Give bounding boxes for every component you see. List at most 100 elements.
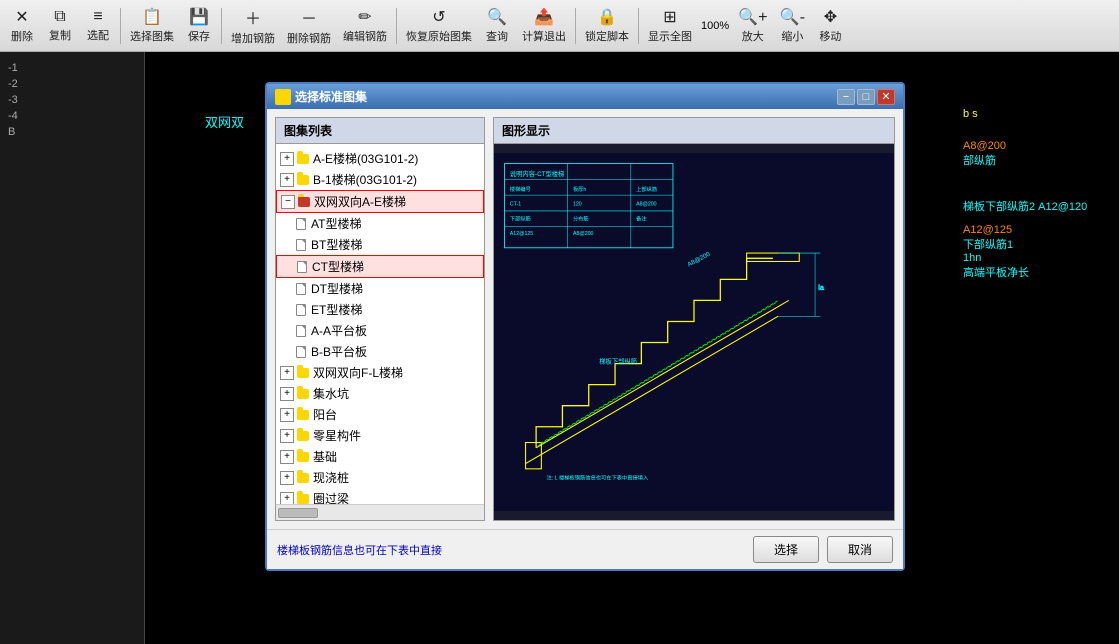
tree-expand-gt1[interactable]: +	[280, 429, 294, 443]
left-panel: -1 -2 -3 -4 B	[0, 52, 145, 644]
dialog-minimize-btn[interactable]: −	[837, 89, 855, 105]
tree-item-ct1b[interactable]: BT型楼梯	[276, 234, 484, 255]
tree-label-ct1: 双网双向A-E楼梯	[314, 193, 406, 210]
svg-text:板厚h: 板厚h	[573, 185, 586, 193]
toolbar-move-label: 移动	[819, 28, 841, 44]
tree-item-ct1f[interactable]: A-A平台板	[276, 320, 484, 341]
tree-expand-ht1[interactable]: +	[280, 450, 294, 464]
tree-item-ct1c[interactable]: CT型楼梯	[276, 255, 484, 278]
tree-expand-it1[interactable]: +	[280, 471, 294, 485]
tree-item-at1[interactable]: + A-E楼梯(03G101-2)	[276, 148, 484, 169]
doc-icon-ct1a	[294, 217, 308, 231]
left-panel-item-2: -2	[4, 76, 140, 92]
tree-scroll-thumb[interactable]	[278, 508, 318, 518]
svg-text:CT-1: CT-1	[510, 202, 521, 208]
tree-label-dt1: 双网双向F-L楼梯	[313, 364, 403, 381]
tree-expand-ct1[interactable]: −	[281, 195, 295, 209]
toolbar-add-rebar-btn[interactable]: ＋ 增加钢筋	[226, 2, 280, 49]
edit-rebar-icon: ✏	[358, 7, 371, 27]
tree-expand-jt1[interactable]: +	[280, 492, 294, 505]
footer-note: 楼梯板钢筋信息也可在下表中直接	[277, 542, 442, 558]
doc-icon-ct1f	[294, 324, 308, 338]
dialog-close-btn[interactable]: ✕	[877, 89, 895, 105]
canvas-annotation-7: 1hn	[963, 252, 1115, 264]
toolbar-lock-btn[interactable]: 🔒 锁定脚本	[580, 4, 634, 47]
toolbar-show-all-btn[interactable]: ⊞ 显示全图	[643, 4, 697, 47]
tree-label-ct1b: BT型楼梯	[311, 236, 362, 253]
dialog-cancel-btn[interactable]: 取消	[827, 536, 893, 563]
svg-text:梯板下部纵筋: 梯板下部纵筋	[599, 357, 637, 366]
svg-text:A12@125: A12@125	[510, 231, 534, 237]
tree-panel: 图集列表 + A-E楼梯(03G101-2) + B-1楼梯(03G10	[275, 117, 485, 521]
tree-expand-dt1[interactable]: +	[280, 366, 294, 380]
toolbar-calc-exit-label: 计算退出	[522, 28, 566, 44]
canvas-annotation-3: 部纵筋	[963, 152, 1115, 168]
tree-scroll-x[interactable]	[276, 504, 484, 520]
folder-icon-ft1	[296, 408, 310, 422]
show-all-icon: ⊞	[663, 7, 676, 27]
svg-text:la: la	[818, 283, 825, 292]
tree-item-ct1g[interactable]: B-B平台板	[276, 341, 484, 362]
tree-item-jt1[interactable]: + 圈过梁	[276, 488, 484, 504]
tree-item-gt1[interactable]: + 零星构件	[276, 425, 484, 446]
tree-label-ct1f: A-A平台板	[311, 322, 367, 339]
query-icon: 🔍	[487, 7, 507, 27]
canvas-annotation-5: A12@125	[963, 224, 1115, 236]
match-icon: ≡	[93, 8, 102, 26]
toolbar-match-label: 选配	[87, 27, 109, 43]
image-panel-header: 图形显示	[494, 118, 894, 144]
tree-item-et1[interactable]: + 集水坑	[276, 383, 484, 404]
tree-item-ct1e[interactable]: ET型楼梯	[276, 299, 484, 320]
toolbar-save-btn[interactable]: 💾 保存	[181, 4, 217, 47]
tree-expand-et1[interactable]: +	[280, 387, 294, 401]
folder-icon-at1	[296, 152, 310, 166]
left-panel-item-1: -1	[4, 60, 140, 76]
folder-icon-ct1	[297, 195, 311, 209]
tree-item-ct1[interactable]: − 双网双向A-E楼梯	[276, 190, 484, 213]
svg-text:分布筋: 分布筋	[573, 214, 589, 222]
toolbar-zoom-out-btn[interactable]: 🔍- 缩小	[774, 4, 810, 47]
toolbar-restore-label: 恢复原始图集	[406, 28, 472, 44]
toolbar-select-set-label: 选择图集	[130, 28, 174, 44]
stair-diagram: 说明内容-CT型楼梯 楼梯编号 板厚h 上部纵筋 CT-1 120 A8@200…	[494, 144, 894, 520]
toolbar-sep-4	[575, 8, 576, 44]
toolbar-edit-rebar-btn[interactable]: ✏ 编辑钢筋	[338, 4, 392, 47]
dialog-maximize-btn[interactable]: □	[857, 89, 875, 105]
toolbar-query-btn[interactable]: 🔍 查询	[479, 4, 515, 47]
tree-item-dt1[interactable]: + 双网双向F-L楼梯	[276, 362, 484, 383]
add-rebar-icon: ＋	[245, 5, 261, 29]
tree-body[interactable]: + A-E楼梯(03G101-2) + B-1楼梯(03G101-2)	[276, 144, 484, 504]
toolbar-delete-btn[interactable]: ✕ 删除	[4, 4, 40, 47]
toolbar-copy-btn[interactable]: ⧉ 复制	[42, 5, 78, 46]
toolbar-restore-btn[interactable]: ↺ 恢复原始图集	[401, 4, 477, 47]
tree-expand-at1[interactable]: +	[280, 152, 294, 166]
tree-label-et1: 集水坑	[313, 385, 349, 402]
tree-item-bt1[interactable]: + B-1楼梯(03G101-2)	[276, 169, 484, 190]
tree-item-it1[interactable]: + 现浇桩	[276, 467, 484, 488]
toolbar-delete-label: 删除	[11, 28, 33, 44]
dialog-select-btn[interactable]: 选择	[753, 536, 819, 563]
toolbar-calc-exit-btn[interactable]: 📤 计算退出	[517, 4, 571, 47]
toolbar-zoom-in-btn[interactable]: 🔍+ 放大	[733, 4, 772, 47]
del-rebar-icon: －	[301, 5, 317, 29]
tree-expand-ft1[interactable]: +	[280, 408, 294, 422]
calc-exit-icon: 📤	[534, 7, 554, 27]
svg-text:注: L 楼梯板钢筋信息也可在下表中直接填入: 注: L 楼梯板钢筋信息也可在下表中直接填入	[547, 473, 649, 481]
tree-expand-bt1[interactable]: +	[280, 173, 294, 187]
tree-item-ft1[interactable]: + 阳台	[276, 404, 484, 425]
tree-item-ct1a[interactable]: AT型楼梯	[276, 213, 484, 234]
dialog-body: 图集列表 + A-E楼梯(03G101-2) + B-1楼梯(03G10	[267, 109, 903, 529]
toolbar-del-rebar-btn[interactable]: － 删除钢筋	[282, 2, 336, 49]
doc-icon-ct1c	[295, 260, 309, 274]
toolbar-add-rebar-label: 增加钢筋	[231, 30, 275, 46]
tree-item-ht1[interactable]: + 基础	[276, 446, 484, 467]
toolbar-select-set-btn[interactable]: 📋 选择图集	[125, 4, 179, 47]
tree-item-ct1d[interactable]: DT型楼梯	[276, 278, 484, 299]
toolbar-move-btn[interactable]: ✥ 移动	[812, 4, 848, 47]
folder-icon-et1	[296, 387, 310, 401]
dialog-title-icon	[275, 89, 291, 105]
svg-text:上部纵筋: 上部纵筋	[636, 185, 657, 193]
folder-icon-dt1	[296, 366, 310, 380]
toolbar-match-btn[interactable]: ≡ 选配	[80, 5, 116, 46]
move-icon: ✥	[824, 7, 837, 27]
